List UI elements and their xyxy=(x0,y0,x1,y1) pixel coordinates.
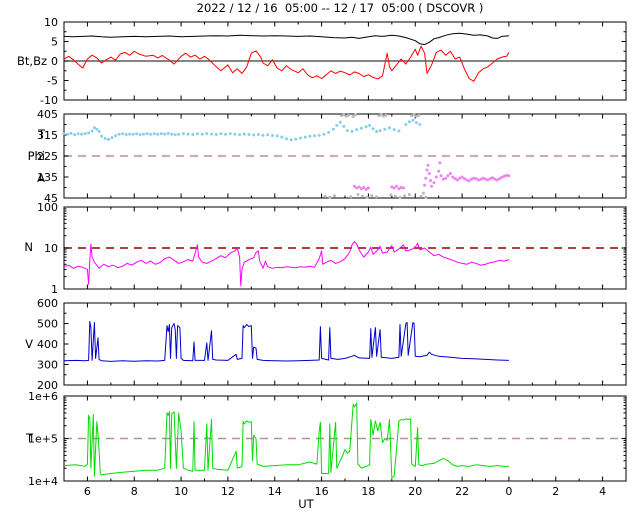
svg-text:400: 400 xyxy=(37,338,58,351)
svg-text:5: 5 xyxy=(51,36,58,49)
svg-text:405: 405 xyxy=(37,108,58,121)
svg-text:600: 600 xyxy=(37,297,58,310)
svg-text:225: 225 xyxy=(37,150,58,163)
svg-text:135: 135 xyxy=(37,171,58,184)
svg-text:315: 315 xyxy=(37,129,58,142)
svg-text:300: 300 xyxy=(37,359,58,372)
svg-text:-10: -10 xyxy=(40,94,58,107)
svg-text:10: 10 xyxy=(44,16,58,29)
svg-text:500: 500 xyxy=(37,318,58,331)
svg-text:10: 10 xyxy=(44,242,58,255)
svg-text:1e+4: 1e+4 xyxy=(28,475,58,488)
svg-text:1: 1 xyxy=(51,283,58,296)
svg-text:1e+6: 1e+6 xyxy=(28,390,58,403)
svg-text:-5: -5 xyxy=(47,75,58,88)
svg-text:100: 100 xyxy=(37,201,58,214)
svg-text:1e+5: 1e+5 xyxy=(28,433,58,446)
svg-text:0: 0 xyxy=(51,55,58,68)
x-axis-label: UT xyxy=(298,497,314,511)
plot-canvas: 1050-5-104053152251354510010160050040030… xyxy=(28,16,627,498)
solar-wind-plot: 2022 / 12 / 16 05:00 -- 12 / 17 05:00 ( … xyxy=(0,0,640,512)
